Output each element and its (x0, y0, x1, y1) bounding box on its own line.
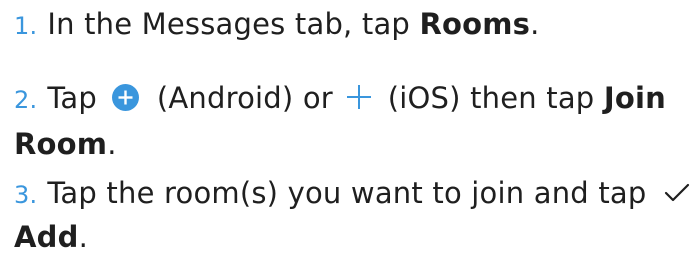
step-text: Tap (47, 81, 107, 115)
step-text: (Android) or (147, 81, 343, 115)
step-2-continued: Room. (14, 127, 117, 161)
step-2: 2. Tap (Android) or (iOS) then tap Join (14, 81, 666, 115)
room-label: Room (14, 127, 108, 161)
checkmark-icon (664, 177, 690, 202)
step-text: In the Messages tab, tap (47, 7, 420, 41)
step-text: (iOS) then tap (378, 81, 604, 115)
step-number: 2. (14, 86, 38, 114)
rooms-label: Rooms (419, 7, 531, 41)
step-number: 3. (14, 181, 38, 209)
step-text: Tap the room(s) you want to join and tap (47, 176, 656, 210)
add-label: Add (14, 220, 79, 254)
plus-circle-icon (112, 84, 140, 111)
step-punctuation: . (530, 7, 540, 41)
step-punctuation: . (78, 220, 88, 254)
step-punctuation: . (107, 127, 117, 161)
plus-icon (346, 83, 372, 109)
step-3: 3. Tap the room(s) you want to join and t… (14, 176, 690, 210)
join-label: Join (603, 81, 666, 115)
step-1: 1. In the Messages tab, tap Rooms. (14, 7, 540, 41)
step-3-continued: Add. (14, 220, 88, 254)
step-number: 1. (14, 12, 38, 40)
